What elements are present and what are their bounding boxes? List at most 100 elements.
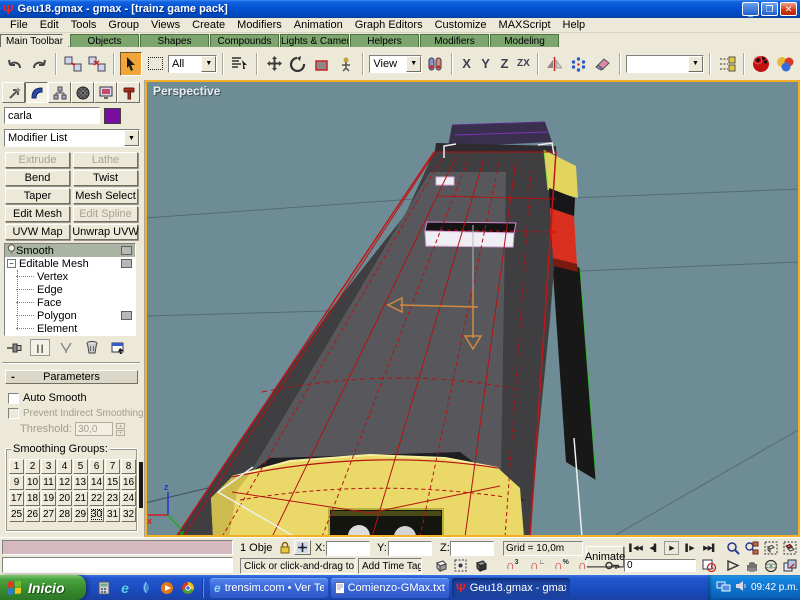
smoothing-group-10[interactable]: 10 [25, 475, 40, 490]
menu-item-customize[interactable]: Customize [429, 19, 493, 31]
array-button[interactable] [568, 52, 590, 76]
undo-button[interactable] [4, 52, 26, 76]
stack-item-polygon[interactable]: Polygon [5, 309, 135, 322]
mirror-button[interactable] [544, 52, 566, 76]
toolbar-tab-helpers[interactable]: Helpers [350, 34, 419, 47]
panel-scroll-nub[interactable] [139, 462, 143, 508]
zoom-button[interactable] [724, 540, 741, 555]
smoothing-group-8[interactable]: 8 [121, 459, 136, 474]
play-button[interactable]: ▶ [664, 541, 679, 555]
menu-item-file[interactable]: File [4, 19, 34, 31]
eraser-button[interactable] [592, 52, 614, 76]
unlink-button[interactable] [86, 52, 108, 76]
smoothing-group-29[interactable]: 29 [73, 507, 88, 522]
snap-toggle-button[interactable]: ∩3 [506, 558, 519, 572]
maxscript-listener-input[interactable] [2, 557, 233, 573]
prevent-indirect-checkbox[interactable] [8, 408, 19, 419]
tab-utilities[interactable] [117, 82, 140, 103]
modifier-button-twist[interactable]: Twist [73, 170, 138, 186]
smoothing-group-21[interactable]: 21 [73, 491, 88, 506]
menu-item-views[interactable]: Views [145, 19, 186, 31]
coordsys-dropdown[interactable]: View ▼ [369, 55, 422, 73]
smoothing-group-15[interactable]: 15 [105, 475, 120, 490]
material-editor-button[interactable] [774, 52, 796, 76]
taskbar-task-ie[interactable]: etrensim.com • Ver Te... [210, 578, 328, 598]
smoothing-group-22[interactable]: 22 [89, 491, 104, 506]
quick-launch-browser-icon[interactable] [180, 580, 196, 596]
smoothing-group-6[interactable]: 6 [89, 459, 104, 474]
use-pivot-button[interactable] [424, 52, 446, 76]
toolbar-tab-modifiers[interactable]: Modifiers [420, 34, 489, 47]
configure-modifier-sets-button[interactable] [108, 339, 128, 356]
modifier-button-bend[interactable]: Bend [5, 170, 70, 186]
render-button[interactable] [750, 52, 772, 76]
modifier-button-uvw-map[interactable]: UVW Map [5, 224, 70, 240]
start-button[interactable]: Inicio [0, 575, 86, 600]
quick-launch-ie-icon[interactable]: e [117, 580, 133, 596]
toolbar-tab-lights-cameras[interactable]: Lights & Cameras [280, 34, 349, 47]
close-button[interactable]: ✕ [780, 2, 797, 16]
z-coord-field[interactable] [450, 541, 494, 556]
time-tag-button[interactable]: Add Time Tag [358, 558, 422, 574]
smoothing-group-25[interactable]: 25 [9, 507, 24, 522]
menu-item-tools[interactable]: Tools [65, 19, 103, 31]
smoothing-group-11[interactable]: 11 [41, 475, 56, 490]
tab-display[interactable] [94, 82, 117, 103]
smoothing-group-7[interactable]: 7 [105, 459, 120, 474]
redo-button[interactable] [28, 52, 50, 76]
rotate-button[interactable] [287, 52, 309, 76]
smoothing-group-9[interactable]: 9 [9, 475, 24, 490]
smoothing-group-18[interactable]: 18 [25, 491, 40, 506]
stack-item-vertex[interactable]: Vertex [5, 270, 135, 283]
minimize-button[interactable]: _ [742, 2, 759, 16]
menu-item-maxscript[interactable]: MAXScript [493, 19, 557, 31]
time-configuration-button[interactable] [700, 558, 717, 573]
zoom-all-button[interactable] [743, 540, 760, 555]
modifier-button-mesh-select[interactable]: Mesh Select [73, 188, 138, 204]
tab-create[interactable] [2, 82, 25, 103]
quick-launch-messenger-icon[interactable] [138, 580, 154, 596]
x-coord-field[interactable] [326, 541, 370, 556]
snap-dotted-button[interactable] [452, 558, 469, 573]
manipulate-button[interactable] [335, 52, 357, 76]
modifier-button-taper[interactable]: Taper [5, 188, 70, 204]
selection-filter-dropdown[interactable]: All ▼ [168, 55, 217, 73]
modifier-button-lathe[interactable]: Lathe [73, 152, 138, 168]
selection-lock-button[interactable] [276, 540, 293, 555]
restore-button[interactable]: ❐ [761, 2, 778, 16]
quick-launch-mediaplayer-icon[interactable] [159, 580, 175, 596]
stack-item-face[interactable]: Face [5, 296, 135, 309]
smoothing-group-31[interactable]: 31 [105, 507, 120, 522]
modifier-bulb-icon[interactable] [7, 244, 16, 258]
menu-item-modifiers[interactable]: Modifiers [231, 19, 288, 31]
stack-item-element[interactable]: Element [5, 322, 135, 335]
y-coord-field[interactable] [388, 541, 432, 556]
angle-snap-button[interactable]: ∩∟ [530, 558, 546, 572]
menu-item-group[interactable]: Group [102, 19, 145, 31]
object-color-swatch[interactable] [104, 108, 121, 124]
show-end-result-button[interactable]: | | [30, 339, 50, 356]
menu-item-help[interactable]: Help [557, 19, 592, 31]
smoothing-group-2[interactable]: 2 [25, 459, 40, 474]
smoothing-group-1[interactable]: 1 [9, 459, 24, 474]
snap-shaded-button[interactable] [472, 558, 489, 573]
threshold-spinner[interactable]: ▲▼ [116, 423, 125, 436]
smoothing-group-24[interactable]: 24 [121, 491, 136, 506]
smoothing-group-12[interactable]: 12 [57, 475, 72, 490]
key-mode-button[interactable] [604, 558, 621, 573]
track-view-button[interactable] [716, 52, 738, 76]
go-to-end-button[interactable]: ▶▶▌ [702, 541, 717, 555]
go-to-start-button[interactable]: ▌◀◀ [628, 541, 643, 555]
zoom-extents-button[interactable] [762, 540, 779, 555]
maxscript-listener-output[interactable] [2, 540, 233, 555]
select-object-button[interactable] [120, 52, 142, 76]
zoom-extents-all-button[interactable] [781, 540, 798, 555]
percent-snap-button[interactable]: ∩% [554, 558, 569, 572]
parameters-rollout-header[interactable]: - Parameters [5, 370, 138, 384]
smoothing-group-17[interactable]: 17 [9, 491, 24, 506]
object-name-field[interactable] [4, 107, 100, 124]
absolute-mode-button[interactable] [294, 540, 311, 555]
smoothing-group-27[interactable]: 27 [41, 507, 56, 522]
stack-item-editable-mesh[interactable]: −Editable Mesh [5, 257, 135, 270]
smoothing-group-19[interactable]: 19 [41, 491, 56, 506]
